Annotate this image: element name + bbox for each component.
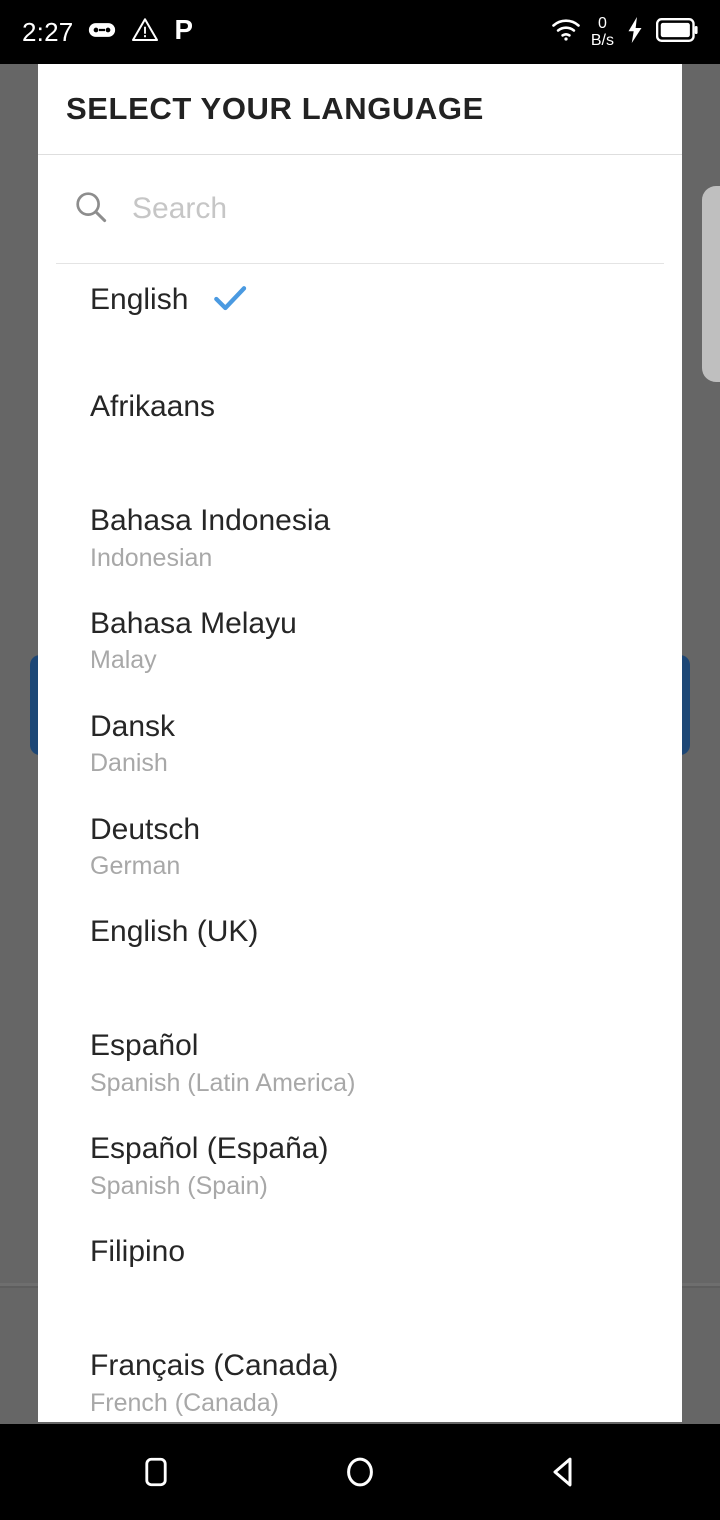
home-circle-icon[interactable] [328, 1440, 392, 1504]
language-name: Deutsch [90, 812, 201, 846]
phone-screen: 2:27 P 0 B/s SELECT YOUR LANGUAGE Search… [0, 0, 720, 1520]
language-subtitle: French (Canada) [90, 1388, 279, 1417]
language-name: English [90, 283, 189, 317]
language-item-row: Afrikaans [90, 390, 654, 423]
language-item[interactable]: Español Spanish (Latin America) [38, 1031, 682, 1096]
language-item[interactable]: Deutsch German [38, 812, 682, 881]
warning-triangle-icon [131, 16, 159, 49]
language-item-row: English (UK) [90, 917, 654, 948]
language-name: Español (España) [90, 1132, 329, 1166]
language-item[interactable]: Bahasa Indonesia Indonesian [38, 504, 682, 572]
language-item-row: Bahasa Melayu [90, 606, 654, 640]
language-name: Afrikaans [90, 390, 216, 423]
system-navigation-bar [0, 1424, 720, 1520]
edge-drawer-handle[interactable] [702, 186, 720, 382]
language-name: Español [90, 1029, 199, 1063]
game-controller-icon [87, 15, 117, 50]
charging-bolt-icon [626, 16, 644, 48]
language-item[interactable]: Afrikaans [38, 390, 682, 452]
language-name: Bahasa Melayu [90, 606, 297, 640]
letter-p-icon: P [173, 14, 199, 50]
language-item-row: Español (España) [90, 1134, 654, 1165]
dialog-title: SELECT YOUR LANGUAGE [66, 91, 484, 126]
language-name: Bahasa Indonesia [90, 504, 331, 537]
network-speed-value: 0 [597, 14, 607, 32]
language-item-row: Bahasa Indonesia [90, 504, 654, 537]
wifi-icon [551, 18, 581, 47]
search-icon [72, 188, 110, 231]
language-item[interactable]: English [38, 278, 682, 338]
language-item-row: Français (Canada) [90, 1349, 654, 1383]
status-bar: 2:27 P 0 B/s [0, 0, 720, 64]
back-triangle-icon[interactable] [532, 1440, 596, 1504]
language-item-row: Español [90, 1031, 654, 1062]
language-list[interactable]: English Afrikaans Bahasa Indonesia Indonesi… [38, 264, 682, 1422]
language-subtitle: Indonesian [90, 543, 213, 572]
language-name: Filipino [90, 1235, 186, 1269]
search-input[interactable] [132, 192, 654, 226]
status-bar-right: 0 B/s [551, 14, 698, 49]
language-subtitle: Spanish (Spain) [90, 1171, 268, 1200]
language-item-row: Deutsch [90, 812, 654, 846]
language-item[interactable]: Français (Canada) French (Canada) [38, 1349, 682, 1417]
language-item[interactable]: Español (España) Spanish (Spain) [38, 1134, 682, 1199]
search-row[interactable] [38, 155, 682, 263]
language-item-row: Filipino [90, 1235, 654, 1269]
svg-text:P: P [175, 15, 193, 45]
status-clock: 2:27 [22, 16, 74, 47]
language-name: Français (Canada) [90, 1349, 339, 1383]
network-speed-unit: B/s [590, 31, 614, 49]
language-subtitle: German [90, 852, 181, 881]
language-subtitle: Malay [90, 646, 157, 675]
language-subtitle: Danish [90, 749, 168, 778]
battery-icon [655, 17, 698, 47]
language-item[interactable]: Dansk Danish [38, 709, 682, 778]
language-item[interactable]: Filipino [38, 1235, 682, 1297]
checkmark-icon [210, 278, 250, 323]
network-speed-indicator: 0 B/s [590, 14, 614, 49]
language-item[interactable]: English (UK) [38, 917, 682, 977]
language-item-row: Dansk [90, 709, 654, 743]
language-item[interactable]: Bahasa Melayu Malay [38, 606, 682, 675]
recents-square-icon[interactable] [124, 1440, 188, 1504]
status-bar-left: 2:27 P [22, 14, 199, 50]
language-name: English (UK) [90, 915, 259, 949]
language-item-row: English [90, 278, 654, 323]
language-name: Dansk [90, 709, 176, 743]
select-language-dialog: SELECT YOUR LANGUAGE English Afrikaans Bah… [38, 64, 682, 1422]
language-subtitle: Spanish (Latin America) [90, 1068, 356, 1097]
